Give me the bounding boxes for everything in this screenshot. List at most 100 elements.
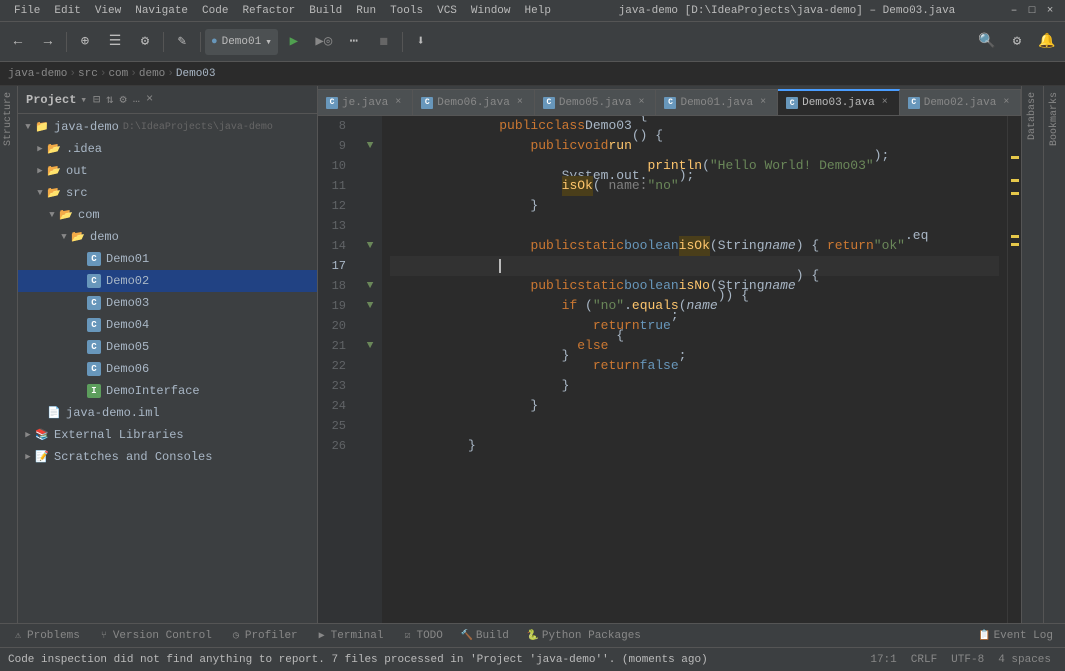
more-button[interactable]: …	[131, 91, 142, 108]
toolbar-edit-button[interactable]: ✎	[168, 28, 196, 56]
menu-code[interactable]: Code	[196, 3, 234, 19]
gutter-12	[358, 196, 382, 216]
menu-file[interactable]: File	[8, 3, 46, 19]
run-button[interactable]: ▶	[280, 28, 308, 56]
tab-close-demo05[interactable]: ×	[635, 98, 647, 108]
tree-item-scratches[interactable]: ▶ 📝 Scratches and Consoles	[18, 446, 317, 468]
hide-button[interactable]: ×	[144, 91, 155, 108]
bottom-tab-python-packages[interactable]: 🐍 Python Packages	[519, 625, 649, 647]
tab-demo05[interactable]: C Demo05.java ×	[535, 89, 657, 115]
breadcrumb-part-5[interactable]: Demo03	[176, 68, 216, 80]
bottom-tab-build[interactable]: 🔨 Build	[453, 625, 517, 647]
tree-item-com[interactable]: ▼ 📂 com	[18, 204, 317, 226]
toolbar-settings-button[interactable]: ⚙	[131, 28, 159, 56]
tree-item-demo05[interactable]: C Demo05	[18, 336, 317, 358]
tree-item-demo01[interactable]: C Demo01	[18, 248, 317, 270]
structure-button[interactable]: Structure	[1, 86, 16, 152]
settings-button[interactable]: ⚙	[118, 91, 129, 108]
tab-demo06[interactable]: C Demo06.java ×	[413, 89, 535, 115]
tree-item-src[interactable]: ▼ 📂 src	[18, 182, 317, 204]
tab-demo01[interactable]: C Demo01.java ×	[656, 89, 778, 115]
tree-item-demo02[interactable]: C Demo02	[18, 270, 317, 292]
line-num-14: 14	[318, 236, 352, 256]
tree-item-iml[interactable]: 📄 java-demo.iml	[18, 402, 317, 424]
stop-button[interactable]: ◼	[370, 28, 398, 56]
tree-item-demo04[interactable]: C Demo04	[18, 314, 317, 336]
menu-view[interactable]: View	[89, 3, 127, 19]
search-everywhere-button[interactable]: 🔍	[973, 28, 1001, 56]
tree-item-demo[interactable]: ▼ 📂 demo	[18, 226, 317, 248]
collapse-all-button[interactable]: ⊟	[91, 91, 102, 108]
notifications-button[interactable]: 🔔	[1033, 28, 1061, 56]
status-position[interactable]: 17:1	[864, 648, 902, 671]
close-button[interactable]: ×	[1043, 4, 1057, 18]
menu-edit[interactable]: Edit	[48, 3, 86, 19]
minimize-button[interactable]: –	[1007, 4, 1021, 18]
breadcrumb-part-4[interactable]: demo	[139, 68, 165, 80]
window-controls[interactable]: – □ ×	[1007, 4, 1057, 18]
breadcrumb-part-3[interactable]: com	[108, 68, 128, 80]
java-demo01-icon: C	[86, 251, 102, 267]
toolbar-menu-button[interactable]: ☰	[101, 28, 129, 56]
tree-item-java-demo[interactable]: ▼ 📁 java-demo D:\IdeaProjects\java-demo	[18, 116, 317, 138]
menu-build[interactable]: Build	[303, 3, 348, 19]
tab-close-demo06[interactable]: ×	[514, 98, 526, 108]
bottom-tab-problems[interactable]: ⚠ Problems	[4, 625, 88, 647]
bottom-tab-event-log[interactable]: 📋 Event Log	[971, 625, 1061, 647]
menu-bar[interactable]: File Edit View Navigate Code Refactor Bu…	[8, 3, 557, 19]
tree-item-demo03[interactable]: C Demo03	[18, 292, 317, 314]
tab-je-java[interactable]: C je.java ×	[318, 89, 413, 115]
run-coverage-button[interactable]: ▶◎	[310, 28, 338, 56]
tree-label-scratches: Scratches and Consoles	[54, 450, 212, 464]
menu-help[interactable]: Help	[519, 3, 557, 19]
maximize-button[interactable]: □	[1025, 4, 1039, 18]
tree-item-demointerface[interactable]: I DemoInterface	[18, 380, 317, 402]
scratches-icon: 📝	[34, 449, 50, 465]
tab-demo02[interactable]: C Demo02.java ×	[900, 89, 1021, 115]
database-button[interactable]: Database	[1024, 86, 1041, 146]
breadcrumb-part-2[interactable]: src	[78, 68, 98, 80]
tree-label-demointerface: DemoInterface	[106, 384, 200, 398]
bottom-tab-terminal[interactable]: ▶ Terminal	[308, 625, 392, 647]
settings-gear-button[interactable]: ⚙	[1003, 28, 1031, 56]
menu-navigate[interactable]: Navigate	[129, 3, 194, 19]
status-indent[interactable]: 4 spaces	[992, 648, 1057, 671]
line-num-21: 21	[318, 336, 352, 356]
tab-icon-demo02: C	[908, 97, 920, 109]
bottom-tab-version-control[interactable]: ⑂ Version Control	[90, 625, 220, 647]
tab-close-demo02[interactable]: ×	[1000, 98, 1012, 108]
bookmarks-button[interactable]: Bookmarks	[1046, 86, 1063, 152]
status-line-ending[interactable]: CRLF	[905, 648, 943, 671]
toolbar-back-button[interactable]: ←	[4, 28, 32, 56]
menu-vcs[interactable]: VCS	[431, 3, 463, 19]
bottom-tab-todo[interactable]: ☑ TODO	[393, 625, 450, 647]
tree-item-idea[interactable]: ▶ 📂 .idea	[18, 138, 317, 160]
toolbar-recent-button[interactable]: ⊕	[71, 28, 99, 56]
tree-item-ext-libs[interactable]: ▶ 📚 External Libraries	[18, 424, 317, 446]
tree-arrow-demo: ▼	[58, 232, 70, 242]
tab-close-demo01[interactable]: ×	[757, 98, 769, 108]
menu-refactor[interactable]: Refactor	[236, 3, 301, 19]
tab-close-je[interactable]: ×	[392, 98, 404, 108]
run-config-dropdown[interactable]: ● Demo01 ▾	[205, 29, 278, 55]
code-editor[interactable]: public class Demo03 { public void run() …	[382, 116, 1007, 623]
tab-demo03[interactable]: C Demo03.java ×	[778, 89, 900, 115]
status-encoding[interactable]: UTF-8	[945, 648, 990, 671]
tree-label-demo06: Demo06	[106, 362, 149, 376]
toolbar-more-run[interactable]: ⋯	[340, 28, 368, 56]
sidebar-dropdown-icon[interactable]: ▾	[80, 93, 87, 107]
bottom-tab-profiler[interactable]: ◷ Profiler	[222, 625, 306, 647]
tree-item-demo06[interactable]: C Demo06	[18, 358, 317, 380]
toolbar-forward-button[interactable]: →	[34, 28, 62, 56]
toolbar-update-button[interactable]: ⬇	[407, 28, 435, 56]
toolbar-separator-4	[402, 32, 403, 52]
tab-close-demo03[interactable]: ×	[879, 98, 891, 108]
menu-window[interactable]: Window	[465, 3, 517, 19]
tree-item-out[interactable]: ▶ 📂 out	[18, 160, 317, 182]
menu-run[interactable]: Run	[350, 3, 382, 19]
sort-button[interactable]: ⇅	[104, 91, 115, 108]
profiler-icon: ◷	[230, 630, 242, 642]
editor-area[interactable]: 8 9 10 11 12 13 14 17 18 19 20 21 22 23 …	[318, 116, 1021, 623]
menu-tools[interactable]: Tools	[384, 3, 429, 19]
breadcrumb-part-1[interactable]: java-demo	[8, 68, 67, 80]
